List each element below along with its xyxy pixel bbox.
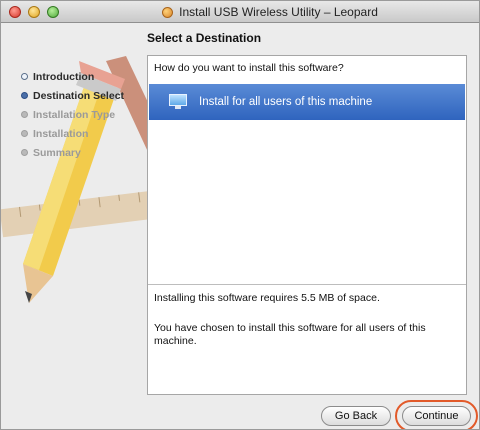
computer-icon	[169, 94, 187, 110]
step-pending-icon	[21, 111, 28, 118]
step-summary: Summary	[21, 143, 124, 162]
step-installation: Installation	[21, 124, 124, 143]
step-introduction: Introduction	[21, 67, 124, 86]
page-heading: Select a Destination	[147, 31, 262, 45]
pane-divider	[148, 284, 466, 285]
package-icon	[162, 6, 174, 18]
step-pending-icon	[21, 149, 28, 156]
window-title: Install USB Wireless Utility – Leopard	[179, 5, 378, 19]
installer-steps: Introduction Destination Select Installa…	[21, 67, 124, 162]
space-requirement: Installing this software requires 5.5 MB…	[154, 292, 380, 304]
step-label: Destination Select	[33, 89, 125, 102]
step-current-icon	[21, 92, 28, 99]
destination-pane: How do you want to install this software…	[147, 55, 467, 395]
option-label: Install for all users of this machine	[199, 96, 373, 108]
window-title-wrap: Install USB Wireless Utility – Leopard	[1, 1, 479, 23]
step-label: Summary	[33, 146, 81, 159]
step-label: Installation	[33, 127, 89, 140]
install-all-users-option[interactable]: Install for all users of this machine	[149, 84, 465, 120]
step-destination-select: Destination Select	[21, 86, 124, 105]
title-bar[interactable]: Install USB Wireless Utility – Leopard	[1, 1, 479, 23]
destination-options: How do you want to install this software…	[148, 56, 466, 284]
continue-button[interactable]: Continue	[402, 406, 471, 426]
go-back-button[interactable]: Go Back	[321, 406, 391, 426]
install-choice-info: You have chosen to install this software…	[154, 322, 426, 347]
install-question: How do you want to install this software…	[154, 62, 344, 74]
step-pending-icon	[21, 130, 28, 137]
installer-window: Install USB Wireless Utility – Leopard S…	[0, 0, 480, 430]
step-label: Introduction	[33, 70, 95, 83]
step-installation-type: Installation Type	[21, 105, 124, 124]
step-done-icon	[21, 73, 28, 80]
step-label: Installation Type	[33, 108, 116, 121]
